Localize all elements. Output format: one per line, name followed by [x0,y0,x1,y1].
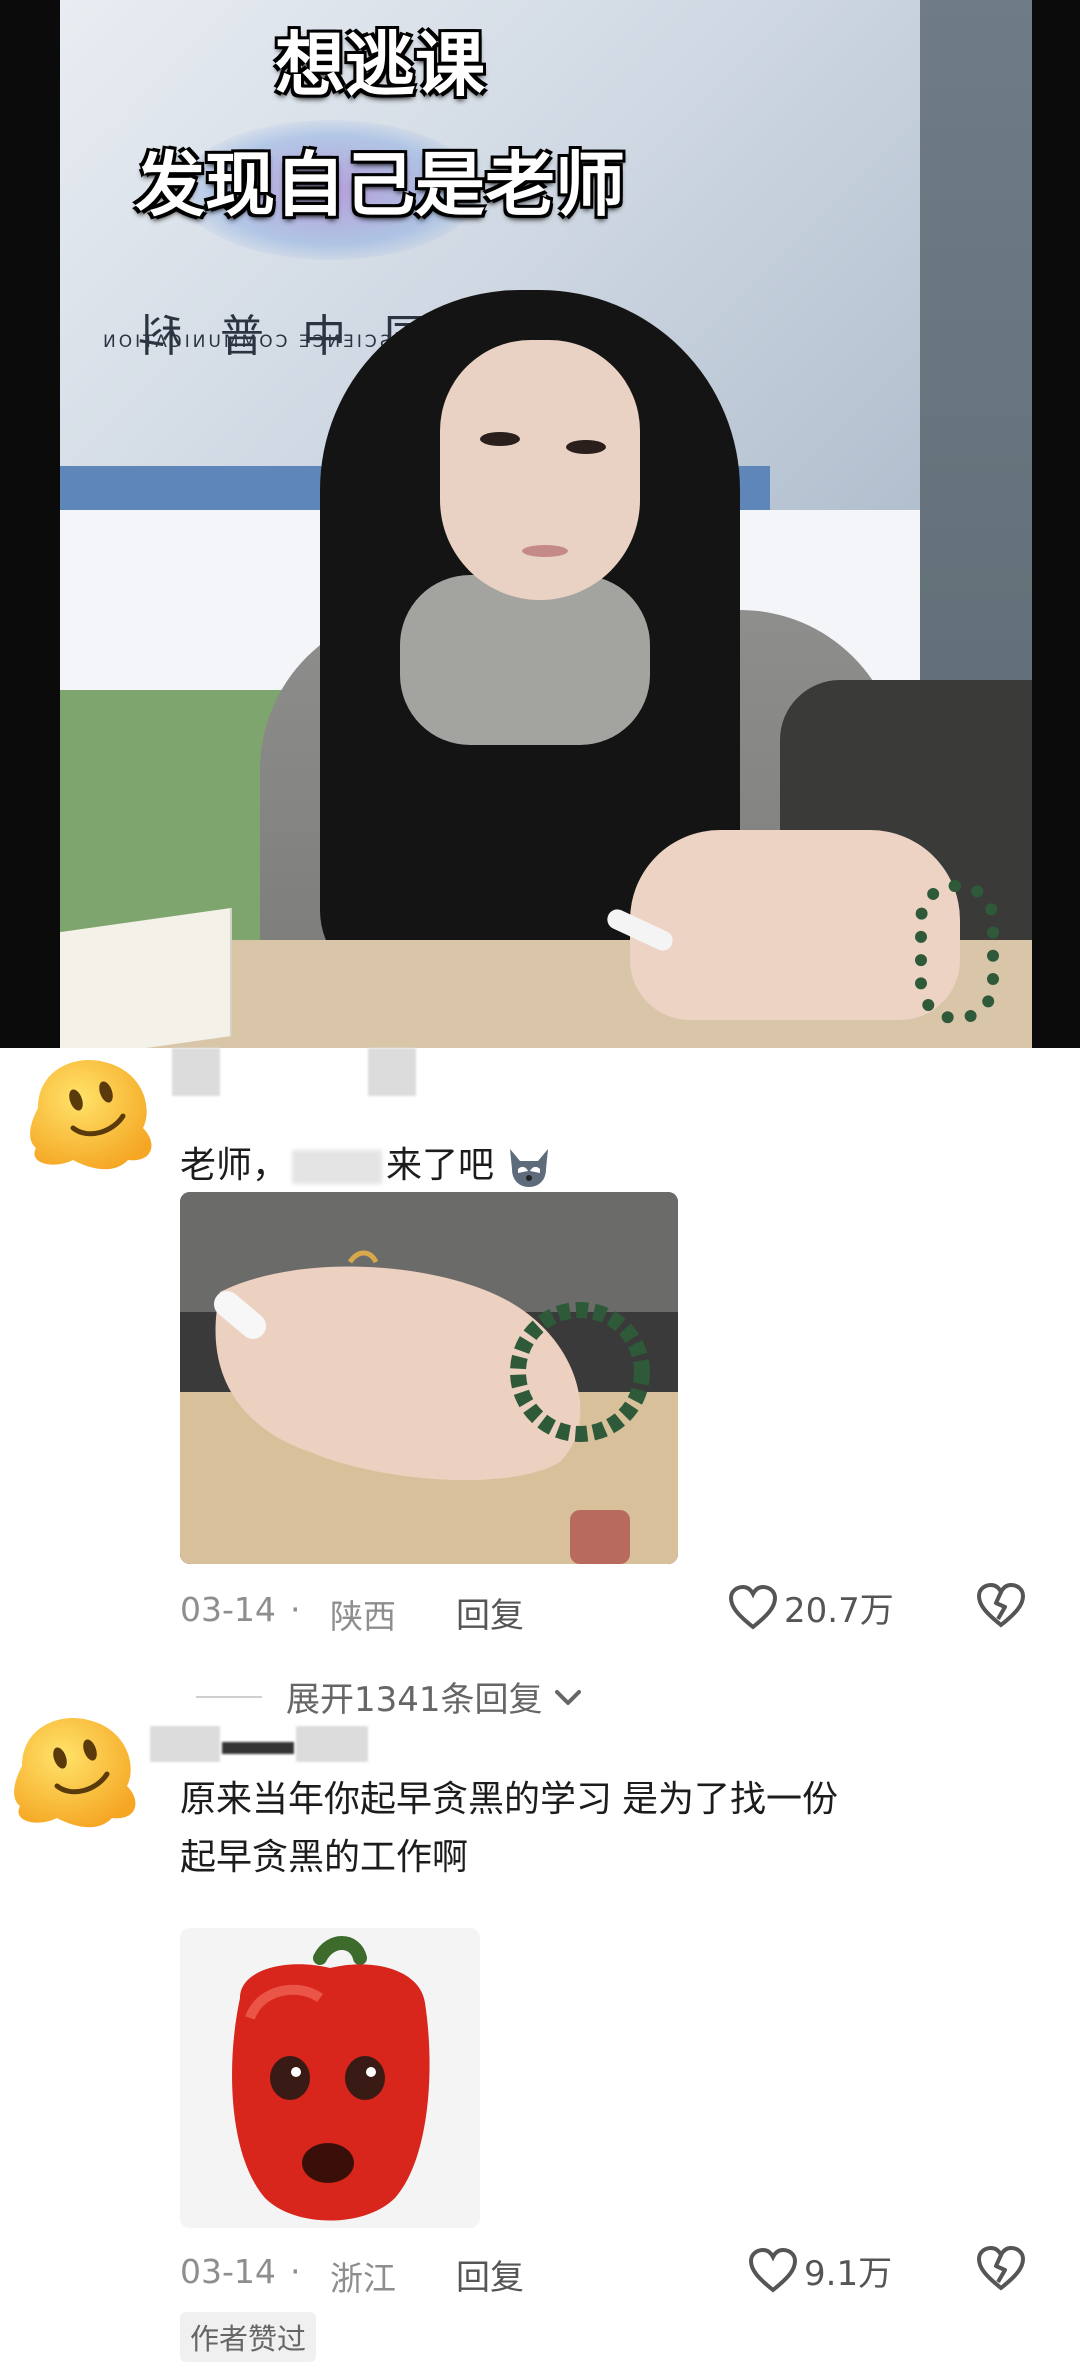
person-turtleneck [400,575,650,745]
wolf-emoji-icon [504,1145,554,1189]
comment-item: 老师， 来了吧 03-14 · 陕西 回复 20.7万 展开1341条回复 [0,1048,1080,1788]
like-count: 20.7万 [784,1591,894,1631]
melting-face-icon [30,1060,152,1170]
username-blurred[interactable] [150,1726,370,1770]
username-blurred[interactable] [172,1048,442,1096]
comment-text-line2: 起早贪黑的工作啊 [180,1836,469,1877]
person-lips [522,545,568,557]
comment-image[interactable] [180,1192,678,1564]
meta-separator: · [290,1590,301,1629]
person-face [440,340,640,600]
like-count: 9.1万 [804,2254,893,2294]
avatar[interactable] [2,1706,152,1836]
person-eye-left [480,432,520,446]
comment-text: 老师， 来了吧 [180,1136,554,1194]
like-button[interactable]: 9.1万 [748,2246,892,2295]
comment-date: 03-14 [180,2252,276,2291]
open-book [60,907,232,1048]
video-frame[interactable]: 国中普科 A SCIENCE COMMUNICATION 想逃课 发现自己是老师 [0,0,1080,1048]
comment-location: 浙江 [330,2259,396,2298]
blur-block [150,1726,220,1762]
pepper-face-icon [180,1928,480,2228]
comment-location: 陕西 [330,1597,396,1636]
melting-face-icon [14,1718,136,1828]
comment-image[interactable] [180,1928,480,2228]
person-eye-right [566,440,606,454]
divider [196,1695,262,1698]
hand-photo-icon [180,1192,678,1564]
heart-outline-icon [748,2247,798,2293]
screen-sub-text: A SCIENCE COMMUNICATION [100,332,414,352]
blur-block [172,1048,220,1096]
comment-text-line1: 原来当年你起早贪黑的学习 是为了找一份 [180,1778,839,1819]
dislike-button[interactable] [976,2245,1026,2296]
author-liked-badge: 作者赞过 [180,2312,317,2362]
video-caption-line1: 想逃课 [275,24,485,106]
comment-date: 03-14 [180,1590,276,1629]
person-hand [630,830,960,1020]
meta-separator: · [290,2252,301,2291]
blur-block [296,1726,368,1762]
blur-block [368,1048,416,1096]
avatar[interactable] [18,1048,168,1178]
comment-item: 原来当年你起早贪黑的学习 是为了找一份 起早贪黑的工作啊 03-14 · 浙江 … [0,1706,1080,2362]
broken-heart-icon [976,2245,1026,2291]
broken-heart-icon [976,1582,1026,1628]
video-caption-line2: 发现自己是老师 [135,144,625,226]
heart-outline-icon [728,1584,778,1630]
like-button[interactable]: 20.7万 [728,1583,894,1632]
redacted-text [292,1150,383,1185]
comment-text: 原来当年你起早贪黑的学习 是为了找一份 起早贪黑的工作啊 [180,1770,838,1886]
comment-text-part1: 老师， [180,1144,289,1185]
comment-text-part2: 来了吧 [386,1144,495,1185]
dislike-button[interactable] [976,1582,1026,1633]
chevron-down-icon [554,1689,581,1705]
blur-block [222,1742,294,1754]
reply-button[interactable]: 回复 [456,2250,524,2299]
jade-bracelet [915,880,999,1024]
reply-button[interactable]: 回复 [456,1588,524,1637]
